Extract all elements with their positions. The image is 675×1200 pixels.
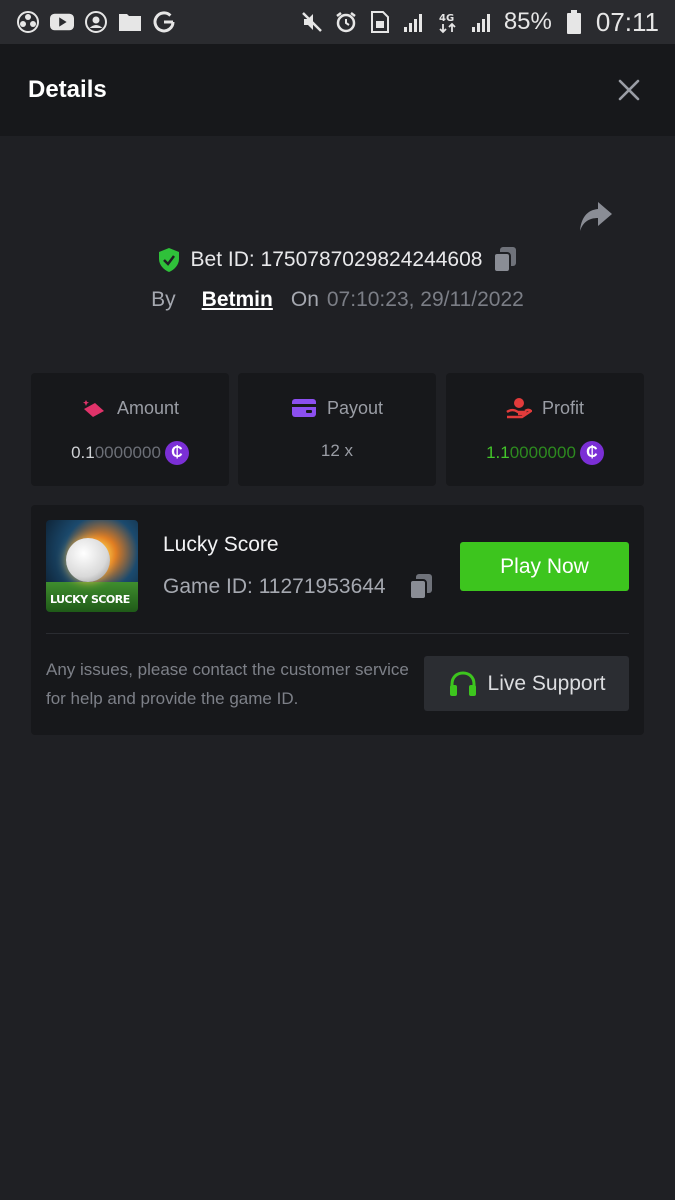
- wallet-icon: [291, 399, 316, 417]
- payout-label: Payout: [326, 397, 384, 418]
- copy-bet-id-button[interactable]: [492, 246, 518, 274]
- copy-game-id-button[interactable]: [408, 573, 434, 601]
- game-id: Game ID: 11271953644: [163, 575, 386, 598]
- share-button[interactable]: [578, 200, 614, 234]
- coin-icon: ₵: [164, 441, 189, 465]
- soccer-ball-icon: [66, 538, 110, 582]
- svg-text:4G: 4G: [439, 13, 454, 24]
- signal-icon: [470, 10, 494, 34]
- account-icon: [84, 10, 108, 34]
- amount-value-lead: 0.1: [71, 443, 95, 462]
- copy-icon: [493, 247, 517, 273]
- amount-icon: [82, 400, 104, 417]
- game-logo-text: LUCKY SCORE: [50, 593, 130, 606]
- youtube-icon: [50, 10, 74, 34]
- mute-icon: [300, 10, 324, 34]
- on-label: On: [290, 288, 319, 311]
- status-bar: 4G 85% 07:11: [0, 0, 675, 44]
- game-thumbnail[interactable]: LUCKY SCORE: [46, 520, 138, 612]
- sim-icon: [368, 10, 392, 34]
- clock: 07:11: [595, 6, 659, 37]
- profit-icon: [506, 398, 532, 419]
- details-header: Details: [0, 44, 675, 136]
- status-bar-right: 4G 85% 07:11: [300, 7, 659, 38]
- profit-value-lead: 1.1: [486, 443, 510, 462]
- profit-card: Profit 1.10000000 ₵: [446, 373, 644, 486]
- app-icon: [16, 10, 40, 34]
- payout-card: Payout 12 x: [238, 373, 436, 486]
- divider: [46, 633, 629, 634]
- copy-icon: [408, 574, 432, 600]
- close-icon: [618, 79, 640, 101]
- game-name: Lucky Score: [163, 533, 279, 556]
- live-support-button[interactable]: Live Support: [424, 656, 629, 711]
- headset-icon: [449, 670, 476, 696]
- profit-value-trail: 0000000: [509, 443, 576, 462]
- amount-card: Amount 0.10000000 ₵: [31, 373, 229, 486]
- game-id-row: Game ID: 11271953644: [163, 573, 434, 601]
- shield-check-icon: [158, 248, 179, 272]
- battery-icon: [562, 10, 586, 34]
- username-link[interactable]: Betmin: [202, 288, 273, 312]
- live-support-label: Live Support: [487, 671, 606, 695]
- data-4g-icon: 4G: [436, 10, 460, 34]
- status-bar-left: [16, 10, 176, 34]
- payout-value: 12 x: [320, 441, 354, 460]
- play-now-button[interactable]: Play Now: [460, 542, 629, 591]
- help-text: Any issues, please contact the customer …: [46, 660, 409, 708]
- page-title: Details: [28, 76, 107, 103]
- bet-byline: By Betmin On 07:10:23, 29/11/2022: [0, 288, 675, 312]
- signal-icon: [402, 10, 426, 34]
- share-icon: [580, 202, 612, 231]
- amount-label: Amount: [116, 397, 180, 418]
- battery-percent: 85%: [503, 8, 552, 35]
- google-icon: [152, 10, 176, 34]
- bet-id-row: Bet ID: 1750787029824244608: [0, 246, 675, 274]
- by-label: By: [151, 288, 176, 311]
- game-card: LUCKY SCORE Lucky Score Game ID: 1127195…: [31, 505, 644, 735]
- profit-label: Profit: [541, 397, 584, 418]
- bet-id: Bet ID: 1750787029824244608: [190, 248, 483, 271]
- coin-icon: ₵: [579, 441, 604, 465]
- bet-datetime: 07:10:23, 29/11/2022: [326, 288, 524, 311]
- amount-value-trail: 0000000: [94, 443, 161, 462]
- folder-icon: [118, 10, 142, 34]
- close-button[interactable]: [611, 72, 647, 108]
- alarm-icon: [334, 10, 358, 34]
